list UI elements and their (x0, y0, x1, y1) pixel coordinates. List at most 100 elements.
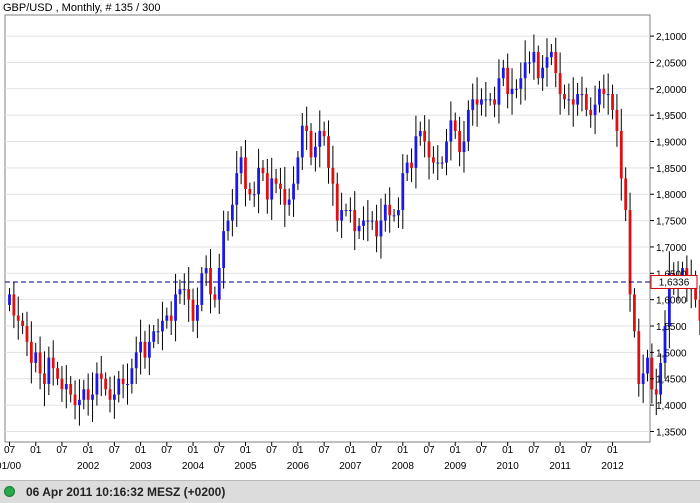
candle-body (593, 104, 597, 116)
price-chart[interactable]: 2,1000 2,0500 2,0000 1,9500 1,9000 1,8500 1,80… (0, 0, 700, 480)
y-tick-label: 1,7000 (656, 243, 687, 254)
candle-body (274, 178, 278, 184)
current-price-box: 1,6336 (650, 274, 698, 289)
candle-body (466, 109, 470, 142)
candle-body (265, 173, 269, 200)
candle-body (375, 220, 378, 237)
x-tick-label: 07 (371, 445, 383, 456)
candle-body (619, 130, 623, 179)
candle-body (340, 210, 344, 221)
candle-body (161, 320, 164, 332)
candle-body (475, 99, 479, 105)
candle-body (139, 341, 142, 353)
candle-body (191, 299, 195, 321)
candle-body (449, 120, 453, 142)
x-tick-label: 01 (187, 445, 199, 456)
candle-body (462, 141, 466, 153)
candle-body (126, 384, 129, 386)
candle-body (523, 62, 527, 79)
candle-body (497, 78, 501, 105)
x-tick-label: 07 (266, 445, 278, 456)
candle-body (16, 315, 20, 321)
x-tick-label: 07 (4, 445, 16, 456)
candle-body (471, 99, 475, 110)
candle-body (248, 188, 252, 195)
candle-body (654, 389, 658, 395)
candle-body (82, 389, 86, 400)
candle-body (606, 94, 610, 96)
candle-body (270, 178, 274, 200)
candle-body (383, 204, 387, 221)
y-tick-label: 2,0500 (656, 58, 687, 69)
candle-body (405, 162, 409, 174)
candle-body (353, 210, 357, 232)
status-datetime: 06 Apr 2011 10:16:32 MESZ (+0200) (26, 485, 226, 499)
candle-body (73, 394, 77, 406)
x-tick-label: 01 (30, 445, 42, 456)
candle-body (357, 225, 361, 232)
candle-body (318, 130, 322, 147)
candle-body (29, 341, 33, 363)
connection-status-icon (4, 486, 15, 497)
x-tick-label: 07 (56, 445, 68, 456)
candle-body (501, 67, 505, 79)
candle-body (536, 51, 540, 79)
candle-body (650, 357, 654, 390)
candle-body (95, 373, 99, 395)
candle-body (174, 294, 177, 321)
candle-body (51, 357, 55, 369)
status-bar: 06 Apr 2011 10:16:32 MESZ (+0200) (0, 480, 700, 503)
y-tick-label: 1,8500 (656, 164, 687, 175)
x-year-label: Jul/01/00 (0, 461, 21, 472)
candle-body (86, 389, 90, 400)
candle-body (244, 157, 247, 189)
candle-body (178, 289, 182, 295)
x-tick-label: 01 (397, 445, 409, 456)
candle-body (257, 167, 260, 195)
y-tick-label: 1,3500 (656, 427, 687, 438)
candle-body (611, 94, 614, 110)
candle-body (314, 146, 317, 158)
candle-body (515, 88, 518, 90)
candle-body (418, 130, 422, 137)
candle-body (580, 94, 584, 96)
candle-body (196, 304, 199, 321)
candle-body (322, 130, 326, 137)
candle-body (558, 72, 562, 95)
candle-body (510, 88, 514, 95)
candle-body (370, 220, 374, 222)
candle-body (200, 273, 204, 305)
candle-body (292, 183, 295, 200)
x-tick-label: 01 (83, 445, 95, 456)
x-tick-label: 07 (476, 445, 488, 456)
candle-body (440, 162, 444, 164)
candle-body (38, 352, 42, 374)
candle-body (506, 67, 510, 95)
candle-body (69, 384, 73, 395)
candle-body (261, 167, 265, 174)
candle-body (584, 94, 588, 110)
candle-body (152, 331, 156, 342)
x-year-label: 2004 (182, 461, 205, 472)
candle-body (165, 315, 169, 321)
candle-body (624, 178, 628, 211)
candle-body (187, 289, 191, 300)
candle-body (598, 88, 601, 105)
x-tick-label: 07 (214, 445, 226, 456)
candle-body (134, 352, 138, 369)
candle-body (528, 62, 531, 64)
candle-body (130, 368, 134, 385)
candle-body (209, 268, 212, 295)
candle-body (182, 289, 186, 291)
candle-body (305, 125, 309, 131)
candle-body (25, 326, 29, 342)
candle-body (541, 67, 545, 79)
candle-body (60, 378, 64, 390)
x-tick-label: 07 (109, 445, 121, 456)
candle-body (121, 378, 125, 385)
candle-body (300, 125, 304, 158)
candle-body (554, 51, 558, 73)
candle-body (217, 268, 221, 300)
x-tick-label: 07 (528, 445, 540, 456)
candle-body (549, 51, 553, 58)
